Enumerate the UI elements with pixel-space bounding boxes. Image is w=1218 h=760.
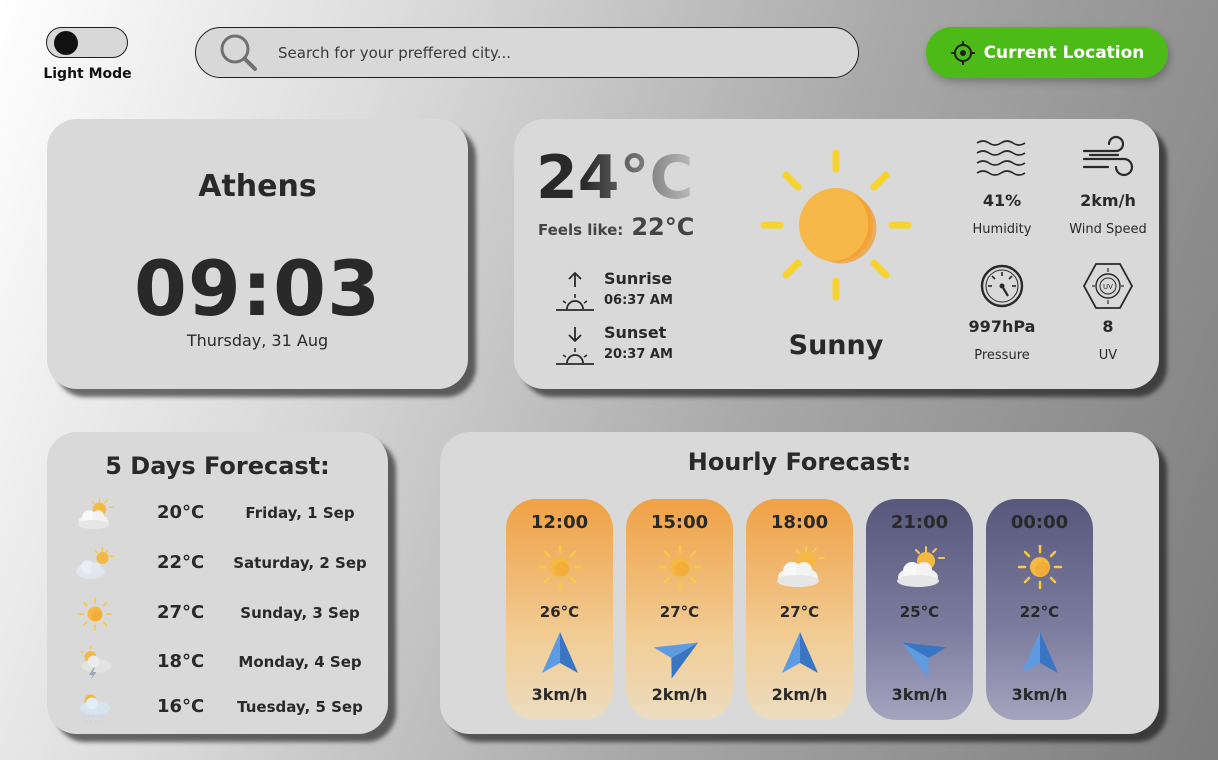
sun-icon (654, 543, 706, 591)
uv-index-icon: UV (1082, 263, 1134, 309)
uv-label: UV (1098, 348, 1118, 363)
hourly-item: 21:00 25°C 3km/h (866, 499, 973, 720)
hourly-temp: 22°C (1019, 603, 1060, 621)
hourly-temp: 25°C (899, 603, 940, 621)
sun-behind-cloud-icon (69, 546, 121, 582)
wind-speed-stat: 2km/h Wind Speed (1055, 135, 1161, 237)
pressure-label: Pressure (974, 348, 1030, 363)
svg-text:UV: UV (1103, 283, 1113, 291)
forecast-day-row: 20°C Friday, 1 Sep (69, 494, 381, 534)
partly-cloudy-icon (894, 543, 946, 591)
wind-speed-label: Wind Speed (1069, 222, 1147, 237)
hourly-time: 18:00 (770, 512, 829, 533)
forecast-day-temp: 20°C (157, 502, 205, 523)
forecast-day-date: Tuesday, 5 Sep (237, 698, 363, 716)
current-location-label: Current Location (983, 42, 1145, 63)
city-name: Athens (198, 169, 317, 204)
theme-toggle[interactable] (46, 27, 128, 58)
forecast-day-temp: 18°C (157, 651, 205, 672)
hourly-wind: 3km/h (891, 685, 948, 704)
forecast-day-row: 16°C Tuesday, 5 Sep (69, 688, 381, 728)
forecast-day-temp: 22°C (157, 552, 205, 573)
hourly-forecast-title: Hourly Forecast: (687, 448, 912, 476)
five-day-forecast-card: 5 Days Forecast: 20°C Friday, 1 Sep 22°C… (47, 432, 388, 734)
uv-value: 8 (1102, 317, 1114, 336)
sunrise-row: Sunrise 06:37 AM (554, 269, 734, 315)
hourly-wind: 3km/h (531, 685, 588, 704)
weather-condition: Sunny (788, 330, 884, 361)
hourly-temp: 26°C (539, 603, 580, 621)
current-temperature: 24°C (536, 143, 694, 213)
hourly-time: 12:00 (530, 512, 589, 533)
forecast-day-row: 18°C Monday, 4 Sep (69, 643, 381, 683)
current-location-button[interactable]: Current Location (926, 27, 1168, 78)
thunderstorm-icon (69, 645, 121, 681)
navigation-arrow-icon (1016, 629, 1064, 677)
hourly-time: 21:00 (890, 512, 949, 533)
city-time-card: Athens 09:03 Thursday, 31 Aug (47, 119, 468, 389)
toggle-knob (54, 31, 78, 55)
theme-mode-label: Light Mode (43, 66, 132, 82)
hourly-time: 00:00 (1010, 512, 1069, 533)
feels-like: Feels like: 22°C (538, 213, 694, 241)
hourly-wind: 2km/h (771, 685, 828, 704)
sunset-row: Sunset 20:37 AM (554, 323, 734, 369)
forecast-day-temp: 16°C (157, 696, 205, 717)
humidity-label: Humidity (972, 222, 1032, 237)
forecast-day-date: Saturday, 2 Sep (233, 554, 367, 572)
navigation-arrow-icon (776, 629, 824, 677)
sunset-icon (556, 327, 594, 365)
hourly-temp: 27°C (779, 603, 820, 621)
humidity-stat: 41% Humidity (949, 135, 1055, 237)
sun-icon (69, 596, 121, 632)
pressure-stat: 997hPa Pressure (949, 261, 1055, 363)
search-bar[interactable] (195, 27, 859, 78)
sunset-label: Sunset (604, 323, 667, 342)
sunset-time: 20:37 AM (604, 347, 673, 362)
hourly-wind: 3km/h (1011, 685, 1068, 704)
hourly-item: 18:00 27°C 2km/h (746, 499, 853, 720)
sunrise-icon (556, 271, 594, 311)
five-day-forecast-title: 5 Days Forecast: (105, 452, 330, 480)
current-time: 09:03 (134, 244, 381, 333)
feels-like-label: Feels like: (538, 221, 624, 239)
pressure-gauge-icon (980, 264, 1024, 308)
sun-icon (1014, 543, 1066, 591)
hourly-temp: 27°C (659, 603, 700, 621)
humidity-waves-icon (976, 140, 1026, 176)
hourly-wind: 2km/h (651, 685, 708, 704)
pressure-value: 997hPa (968, 317, 1036, 336)
search-input[interactable] (278, 43, 798, 62)
navigation-arrow-icon (887, 620, 953, 686)
hourly-forecast-card: Hourly Forecast: 12:00 26°C 3km/h 15:00 … (440, 432, 1159, 734)
feels-like-value: 22°C (631, 213, 695, 241)
forecast-day-row: 27°C Sunday, 3 Sep (69, 594, 381, 634)
sun-icon (534, 543, 586, 591)
hourly-item: 15:00 27°C 2km/h (626, 499, 733, 720)
forecast-day-date: Friday, 1 Sep (245, 504, 355, 522)
rain-icon (69, 690, 121, 726)
forecast-day-row: 22°C Saturday, 2 Sep (69, 544, 381, 584)
partly-cloudy-icon (69, 496, 121, 532)
navigation-arrow-icon (647, 620, 713, 686)
hourly-time: 15:00 (650, 512, 709, 533)
wind-icon (1082, 135, 1134, 177)
humidity-value: 41% (982, 191, 1022, 210)
forecast-day-date: Monday, 4 Sep (238, 653, 362, 671)
search-icon[interactable] (218, 32, 260, 74)
sunrise-label: Sunrise (604, 269, 673, 288)
current-date: Thursday, 31 Aug (186, 331, 329, 350)
hourly-item: 12:00 26°C 3km/h (506, 499, 613, 720)
partly-cloudy-icon (774, 543, 826, 591)
navigation-arrow-icon (536, 629, 584, 677)
sun-icon (760, 149, 912, 301)
forecast-day-date: Sunday, 3 Sep (240, 604, 360, 622)
wind-speed-value: 2km/h (1080, 191, 1136, 210)
current-weather-card: 24°C Feels like: 22°C Sunrise 06:37 AM S… (514, 119, 1159, 389)
uv-stat: UV 8 UV (1055, 261, 1161, 363)
sunrise-time: 06:37 AM (604, 293, 673, 308)
forecast-day-temp: 27°C (157, 602, 205, 623)
location-target-icon (950, 40, 975, 65)
hourly-item: 00:00 22°C 3km/h (986, 499, 1093, 720)
